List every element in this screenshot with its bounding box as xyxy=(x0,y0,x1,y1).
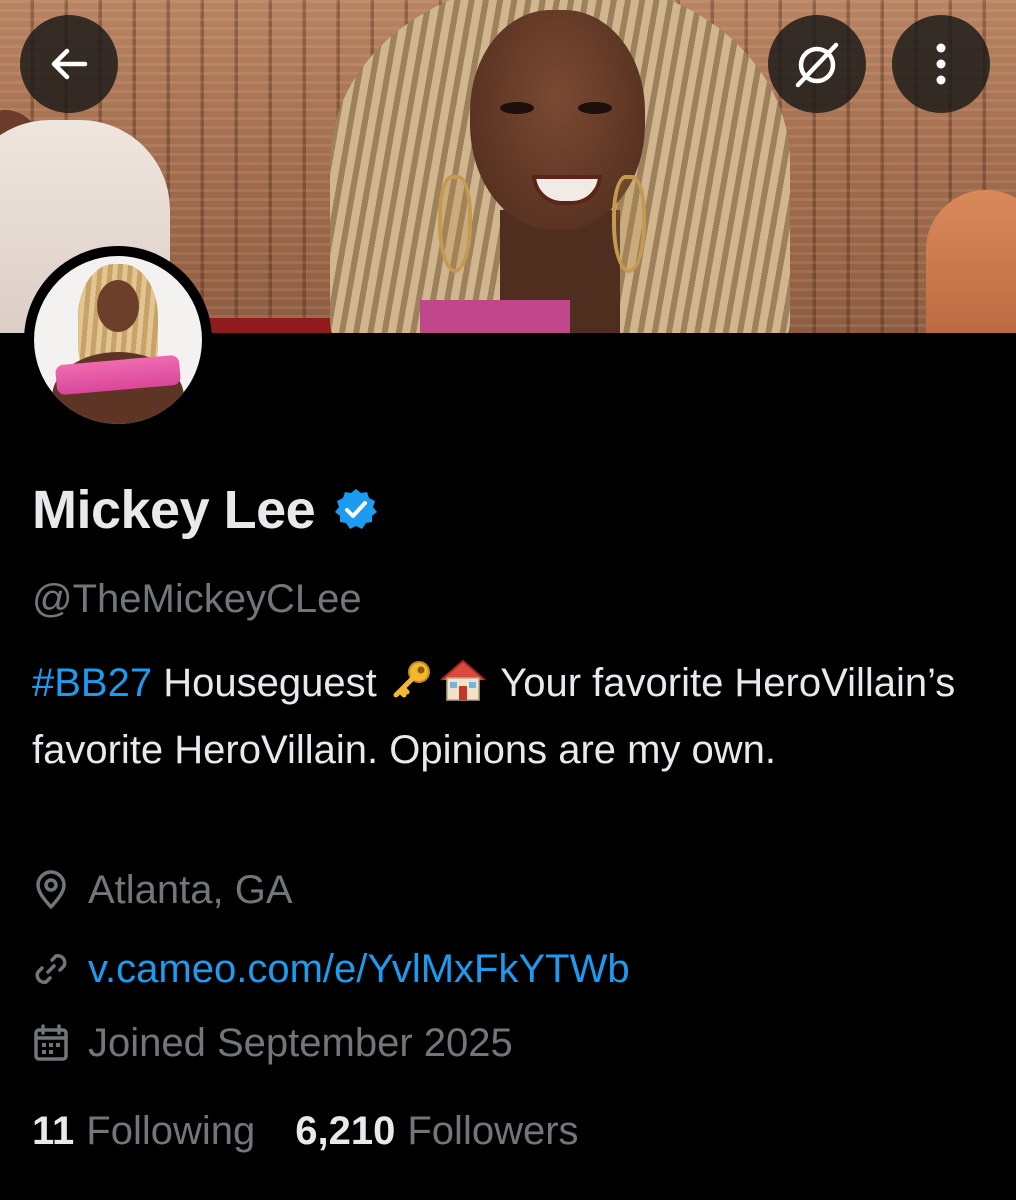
grok-button[interactable] xyxy=(768,15,866,113)
link-icon xyxy=(32,950,70,988)
followers-count: 6,210 xyxy=(295,1109,396,1153)
following-link[interactable]: 11 Following xyxy=(32,1105,255,1157)
location-pin-icon xyxy=(32,870,70,909)
followers-label: Followers xyxy=(407,1109,579,1153)
key-icon xyxy=(390,658,434,720)
location-text: Atlanta, GA xyxy=(88,868,293,912)
avatar[interactable] xyxy=(34,256,202,424)
banner-right-person xyxy=(926,190,1016,333)
verified-badge-icon[interactable] xyxy=(333,487,379,533)
bio-text-part-1: Houseguest xyxy=(152,661,388,705)
grok-slash-icon xyxy=(795,42,839,88)
banner-top xyxy=(420,300,570,333)
arrow-left-icon xyxy=(51,48,88,80)
followers-link[interactable]: 6,210 Followers xyxy=(295,1105,578,1157)
house-icon xyxy=(438,658,488,720)
back-button[interactable] xyxy=(20,15,118,113)
username-handle: @TheMickeyCLee xyxy=(32,577,362,621)
bio-hashtag-link[interactable]: #BB27 xyxy=(32,661,152,705)
following-count: 11 xyxy=(32,1109,75,1153)
banner-earring-left xyxy=(438,175,472,273)
joined-date-text: Joined September 2025 xyxy=(88,1021,513,1065)
banner-eye-right xyxy=(578,102,612,114)
location-row: Atlanta, GA xyxy=(32,865,293,915)
banner-earring-right xyxy=(612,175,646,273)
calendar-icon xyxy=(32,1024,70,1062)
bio: #BB27 Houseguest Your favorite HeroVilla… xyxy=(32,653,992,781)
website-link[interactable]: v.cameo.com/e/YvlMxFkYTWb xyxy=(88,944,630,994)
follow-counts: 11 Following 6,210 Followers xyxy=(32,1105,579,1157)
more-options-button[interactable] xyxy=(892,15,990,113)
following-label: Following xyxy=(86,1109,256,1153)
more-vertical-icon xyxy=(936,43,946,85)
name-row: Mickey Lee xyxy=(32,475,379,545)
joined-row: Joined September 2025 xyxy=(32,1018,513,1068)
avatar-face xyxy=(97,280,139,332)
banner-eye-left xyxy=(500,102,534,114)
display-name: Mickey Lee xyxy=(32,480,316,540)
banner-mouth xyxy=(532,175,602,205)
website-row: v.cameo.com/e/YvlMxFkYTWb xyxy=(32,944,630,994)
